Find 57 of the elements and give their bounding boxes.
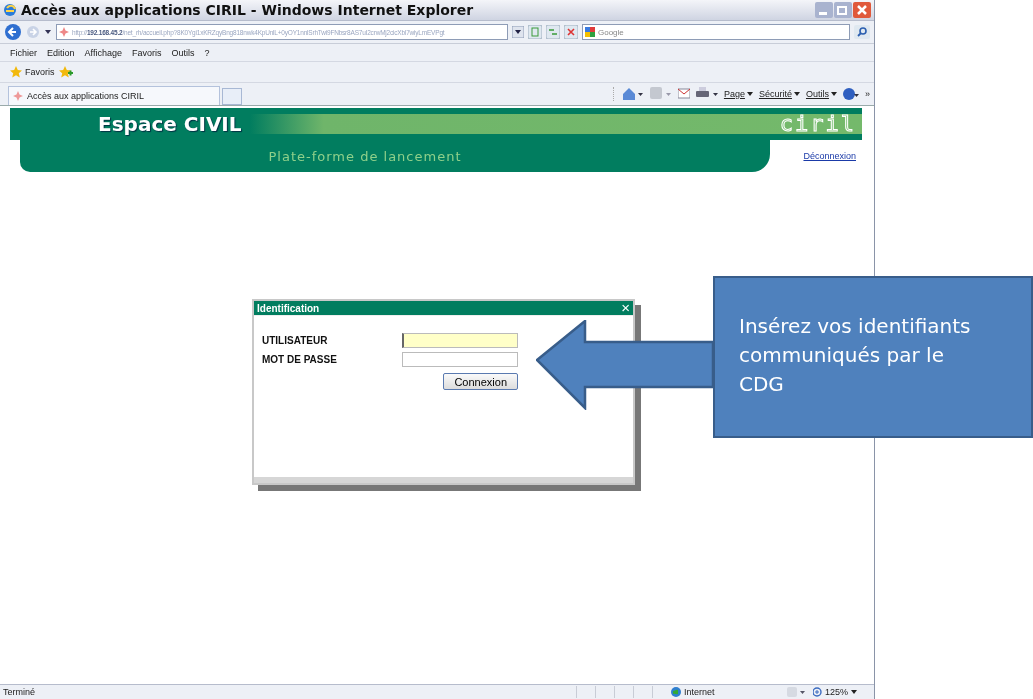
logout-link[interactable]: Déconnexion bbox=[803, 151, 856, 161]
globe-icon bbox=[670, 687, 681, 697]
menu-item[interactable]: Edition bbox=[47, 47, 75, 58]
search-field[interactable]: Google bbox=[582, 24, 850, 40]
zoom-button[interactable]: 125% bbox=[812, 687, 857, 697]
login-button[interactable]: Connexion bbox=[443, 373, 518, 390]
feeds-button[interactable] bbox=[649, 87, 672, 101]
protected-mode-button[interactable] bbox=[786, 687, 807, 697]
menu-item[interactable]: Affichage bbox=[84, 47, 122, 58]
status-text: Terminé bbox=[3, 687, 36, 697]
command-menu[interactable]: Page bbox=[723, 89, 753, 99]
search-icon[interactable] bbox=[854, 25, 870, 39]
browser-logo-icon bbox=[3, 3, 17, 17]
dialog-title: Identification bbox=[257, 302, 320, 314]
menu-item[interactable]: Fichier bbox=[10, 47, 37, 58]
refresh-button[interactable] bbox=[546, 25, 560, 39]
dropdown-button[interactable] bbox=[512, 26, 524, 38]
field-label: UTILISATEUR bbox=[262, 334, 329, 346]
caret-icon bbox=[851, 690, 857, 694]
caret-icon bbox=[831, 92, 837, 96]
caret-icon bbox=[746, 92, 753, 96]
close-button[interactable] bbox=[853, 2, 871, 18]
help-button[interactable] bbox=[843, 88, 859, 100]
mail-button[interactable] bbox=[677, 87, 690, 101]
home-button[interactable] bbox=[621, 87, 644, 101]
field-label: MOT DE PASSE bbox=[262, 353, 338, 365]
site-title: Espace CIVIL bbox=[98, 112, 242, 136]
close-button[interactable]: × bbox=[621, 301, 630, 315]
menu-item[interactable]: Outils bbox=[171, 47, 195, 58]
callout-text: Insérez vos identifiants communiqués par le CDG bbox=[739, 314, 971, 396]
input-field[interactable] bbox=[402, 332, 518, 348]
page-icon bbox=[59, 27, 69, 37]
dropdown-icon[interactable] bbox=[44, 28, 52, 36]
menu-item[interactable]: Favoris bbox=[131, 47, 162, 58]
restore-button[interactable] bbox=[834, 2, 852, 18]
add-favorite-icon[interactable] bbox=[58, 66, 73, 78]
command-menu[interactable]: Outils bbox=[805, 89, 837, 99]
more-button[interactable]: » bbox=[865, 89, 870, 99]
caret-icon bbox=[793, 92, 800, 96]
page-icon bbox=[13, 91, 23, 101]
input-field[interactable] bbox=[402, 351, 518, 367]
brand-logo: ciril bbox=[779, 114, 856, 134]
search-provider-icon bbox=[585, 27, 595, 37]
favorites-button[interactable]: Favoris bbox=[10, 66, 55, 78]
stop-button[interactable] bbox=[564, 25, 578, 39]
zoom-icon bbox=[812, 687, 822, 697]
star-icon bbox=[10, 66, 22, 78]
menu-item[interactable]: ? bbox=[204, 47, 210, 58]
new-tab-button[interactable] bbox=[222, 88, 242, 105]
site-subtitle: Plate-forme de lancement bbox=[268, 148, 462, 164]
search-placeholder: Google bbox=[598, 27, 624, 37]
zone-indicator: Internet bbox=[670, 687, 781, 697]
window-title: Accès aux applications CIRIL - Windows Internet Explorer bbox=[21, 2, 475, 18]
browser-tab[interactable]: Accès aux applications CIRIL bbox=[8, 86, 220, 105]
minimize-button[interactable] bbox=[815, 2, 833, 18]
back-button[interactable] bbox=[4, 23, 22, 41]
command-menu[interactable]: Sécurité bbox=[758, 89, 800, 99]
